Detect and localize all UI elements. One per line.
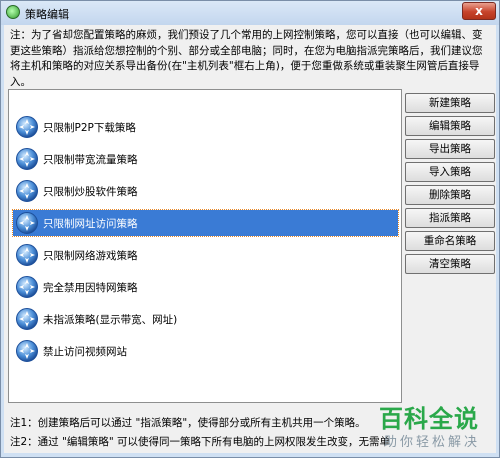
window-title: 策略编辑 — [25, 8, 69, 21]
policy-icon — [15, 147, 39, 171]
clear-policy-button[interactable]: 清空策略 — [405, 254, 495, 274]
policy-item[interactable]: 只限制炒股软件策略 — [13, 178, 398, 204]
policy-icon — [15, 179, 39, 203]
policy-label: 只限制带宽流量策略 — [43, 154, 138, 166]
policy-label: 禁止访问视频网站 — [43, 346, 127, 358]
app-icon — [6, 5, 20, 19]
policy-icon — [15, 275, 39, 299]
policy-icon — [15, 339, 39, 363]
policy-label: 完全禁用因特网策略 — [43, 282, 138, 294]
policy-icon — [15, 115, 39, 139]
policy-icon — [15, 211, 39, 235]
policy-item[interactable]: 只限制P2P下载策略 — [13, 114, 398, 140]
delete-policy-button[interactable]: 删除策略 — [405, 185, 495, 205]
top-note: 注：为了省却您配置策略的麻烦，我们预设了几个常用的上网控制策略，您可以直接（也可… — [10, 29, 483, 88]
rename-policy-button[interactable]: 重命名策略 — [405, 231, 495, 251]
title-bar[interactable]: 策略编辑 x — [1, 1, 499, 25]
policy-label: 只限制网址访问策略 — [43, 218, 138, 230]
policy-label: 只限制网络游戏策略 — [43, 250, 138, 262]
policy-icon — [15, 307, 39, 331]
policy-list[interactable]: 只限制P2P下载策略 只限制带宽流量策略 只限制炒股软件策略 只限制网址访问策略 只限制… — [8, 89, 402, 403]
policy-item[interactable]: 只限制网址访问策略 — [12, 209, 399, 237]
policy-edit-window: 策略编辑 x 注：为了省却您配置策略的麻烦，我们预设了几个常用的上网控制策略，您… — [0, 0, 500, 458]
dialog-body: 注：为了省却您配置策略的麻烦，我们预设了几个常用的上网控制策略，您可以直接（也可… — [4, 25, 496, 453]
policy-item[interactable]: 未指派策略(显示带宽、网址) — [13, 306, 398, 332]
policy-item[interactable]: 只限制带宽流量策略 — [13, 146, 398, 172]
new-policy-button[interactable]: 新建策略 — [405, 93, 495, 113]
policy-item[interactable]: 只限制网络游戏策略 — [13, 242, 398, 268]
note-2: 注2：通过 "编辑策略" 可以使得同一策略下所有电脑的上网权限发生改变，无需单 — [10, 436, 391, 448]
policy-label: 只限制P2P下载策略 — [43, 122, 136, 134]
policy-item[interactable]: 完全禁用因特网策略 — [13, 274, 398, 300]
policy-item[interactable]: 禁止访问视频网站 — [13, 338, 398, 364]
import-policy-button[interactable]: 导入策略 — [405, 162, 495, 182]
policy-label: 未指派策略(显示带宽、网址) — [43, 314, 178, 326]
watermark-subtitle: 助你轻松解决 — [384, 435, 481, 450]
note-1: 注1：创建策略后可以通过 "指派策略"，使得部分或所有主机共用一个策略。 — [10, 417, 366, 429]
policy-label: 只限制炒股软件策略 — [43, 186, 138, 198]
export-policy-button[interactable]: 导出策略 — [405, 139, 495, 159]
assign-policy-button[interactable]: 指派策略 — [405, 208, 495, 228]
edit-policy-button[interactable]: 编辑策略 — [405, 116, 495, 136]
close-button[interactable]: x — [462, 2, 496, 20]
policy-icon — [15, 243, 39, 267]
watermark-title: 百科全说 — [379, 405, 479, 433]
